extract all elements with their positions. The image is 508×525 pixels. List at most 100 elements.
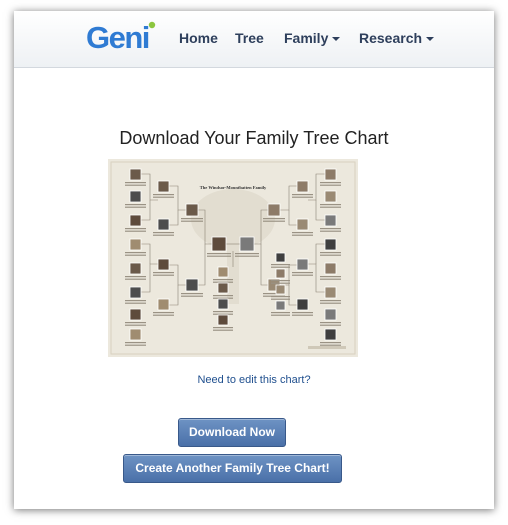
portrait-thumbnail [296, 180, 309, 193]
portrait-caption-line [181, 293, 203, 295]
portrait-caption-line [153, 196, 174, 198]
chevron-down-icon [426, 37, 435, 42]
portrait-caption-line [207, 255, 231, 257]
portrait-caption-line [181, 218, 203, 220]
portrait-thumbnail [324, 328, 337, 341]
portrait-thumbnail [157, 258, 170, 271]
portrait-caption-line [213, 295, 233, 297]
portrait-caption-line [320, 182, 341, 184]
portrait-caption-line [153, 314, 174, 316]
portrait-thumbnail [129, 238, 142, 251]
portrait-caption-line [125, 206, 146, 208]
portrait-caption-line [320, 302, 341, 304]
portrait-caption-line [271, 314, 290, 316]
portrait-caption-line [125, 254, 146, 256]
portrait-thumbnail [324, 190, 337, 203]
portrait-thumbnail [275, 284, 286, 295]
chart-footer-mark [308, 346, 346, 349]
portrait-caption-line [292, 272, 313, 274]
geni-logo[interactable]: Geni [86, 19, 160, 55]
portrait-caption-line [125, 276, 146, 278]
portrait-caption-line [320, 184, 341, 186]
portrait-caption-line [213, 311, 233, 313]
portrait-caption-line [153, 312, 174, 314]
portrait-caption-line [271, 264, 290, 266]
portrait-caption-line [153, 274, 174, 276]
portrait-thumbnail [324, 262, 337, 275]
portrait-caption-line [181, 295, 203, 297]
portrait-caption-line [320, 252, 341, 254]
portrait-caption-line [125, 278, 146, 280]
portrait-caption-line [153, 194, 174, 196]
portrait-caption-line [320, 278, 341, 280]
portrait-caption-line [153, 232, 174, 234]
portrait-thumbnail [296, 218, 309, 231]
portrait-caption-line [271, 280, 290, 282]
portrait-thumbnail [129, 308, 142, 321]
portrait-thumbnail [129, 286, 142, 299]
portrait-caption-line [271, 298, 290, 300]
edit-chart-link[interactable]: Need to edit this chart? [14, 374, 494, 386]
portrait-thumbnail [129, 262, 142, 275]
portrait-thumbnail [296, 258, 309, 271]
portrait-caption-line [213, 327, 233, 329]
portrait-thumbnail [239, 236, 255, 252]
portrait-caption-line [207, 253, 231, 255]
portrait-caption-line [320, 206, 341, 208]
portrait-caption-line [125, 182, 146, 184]
portrait-caption-line [292, 234, 313, 236]
page-title: Download Your Family Tree Chart [119, 128, 389, 148]
portrait-caption-line [320, 254, 341, 256]
nav-tree[interactable]: Tree [235, 30, 264, 46]
portrait-caption-line [263, 220, 285, 222]
portrait-caption-line [292, 274, 313, 276]
portrait-thumbnail [211, 236, 227, 252]
portrait-thumbnail [217, 266, 229, 278]
portrait-caption-line [320, 324, 341, 326]
portrait-caption-line [153, 234, 174, 236]
portrait-caption-line [320, 300, 341, 302]
portrait-caption-line [153, 272, 174, 274]
portrait-thumbnail [275, 268, 286, 279]
portrait-thumbnail [267, 203, 281, 217]
nav-research[interactable]: Research [359, 30, 435, 46]
chart-heading: The Windsor-Mountbatten Family [200, 185, 267, 190]
portrait-thumbnail [157, 180, 170, 193]
portrait-caption-line [213, 329, 233, 331]
portrait-caption-line [292, 194, 313, 196]
portrait-caption-line [292, 232, 313, 234]
portrait-thumbnail [217, 282, 229, 294]
portrait-thumbnail [324, 168, 337, 181]
nav-home[interactable]: Home [179, 30, 218, 46]
portrait-caption-line [271, 282, 290, 284]
portrait-caption-line [125, 228, 146, 230]
portrait-caption-line [320, 230, 341, 232]
portrait-caption-line [213, 279, 233, 281]
portrait-thumbnail [157, 218, 170, 231]
portrait-caption-line [292, 312, 313, 314]
portrait-thumbnail [185, 278, 199, 292]
portrait-thumbnail [217, 314, 229, 326]
portrait-thumbnail [324, 238, 337, 251]
portrait-thumbnail [296, 298, 309, 311]
portrait-caption-line [320, 228, 341, 230]
portrait-caption-line [125, 300, 146, 302]
portrait-caption-line [125, 230, 146, 232]
portrait-caption-line [125, 302, 146, 304]
nav-family[interactable]: Family [284, 30, 341, 46]
portrait-thumbnail [324, 286, 337, 299]
portrait-caption-line [320, 276, 341, 278]
portrait-thumbnail [157, 298, 170, 311]
portrait-caption-line [263, 218, 285, 220]
portrait-caption-line [125, 252, 146, 254]
family-tree-chart-preview: The Windsor-Mountbatten Family [108, 159, 358, 357]
portrait-thumbnail [129, 214, 142, 227]
portrait-caption-line [320, 322, 341, 324]
portrait-thumbnail [185, 203, 199, 217]
download-now-button[interactable]: Download Now [178, 418, 286, 447]
browser-window: Geni Home Tree Family Research Download … [14, 11, 494, 509]
portrait-caption-line [125, 322, 146, 324]
create-another-chart-button[interactable]: Create Another Family Tree Chart! [123, 454, 342, 483]
portrait-thumbnail [324, 214, 337, 227]
portrait-caption-line [125, 204, 146, 206]
